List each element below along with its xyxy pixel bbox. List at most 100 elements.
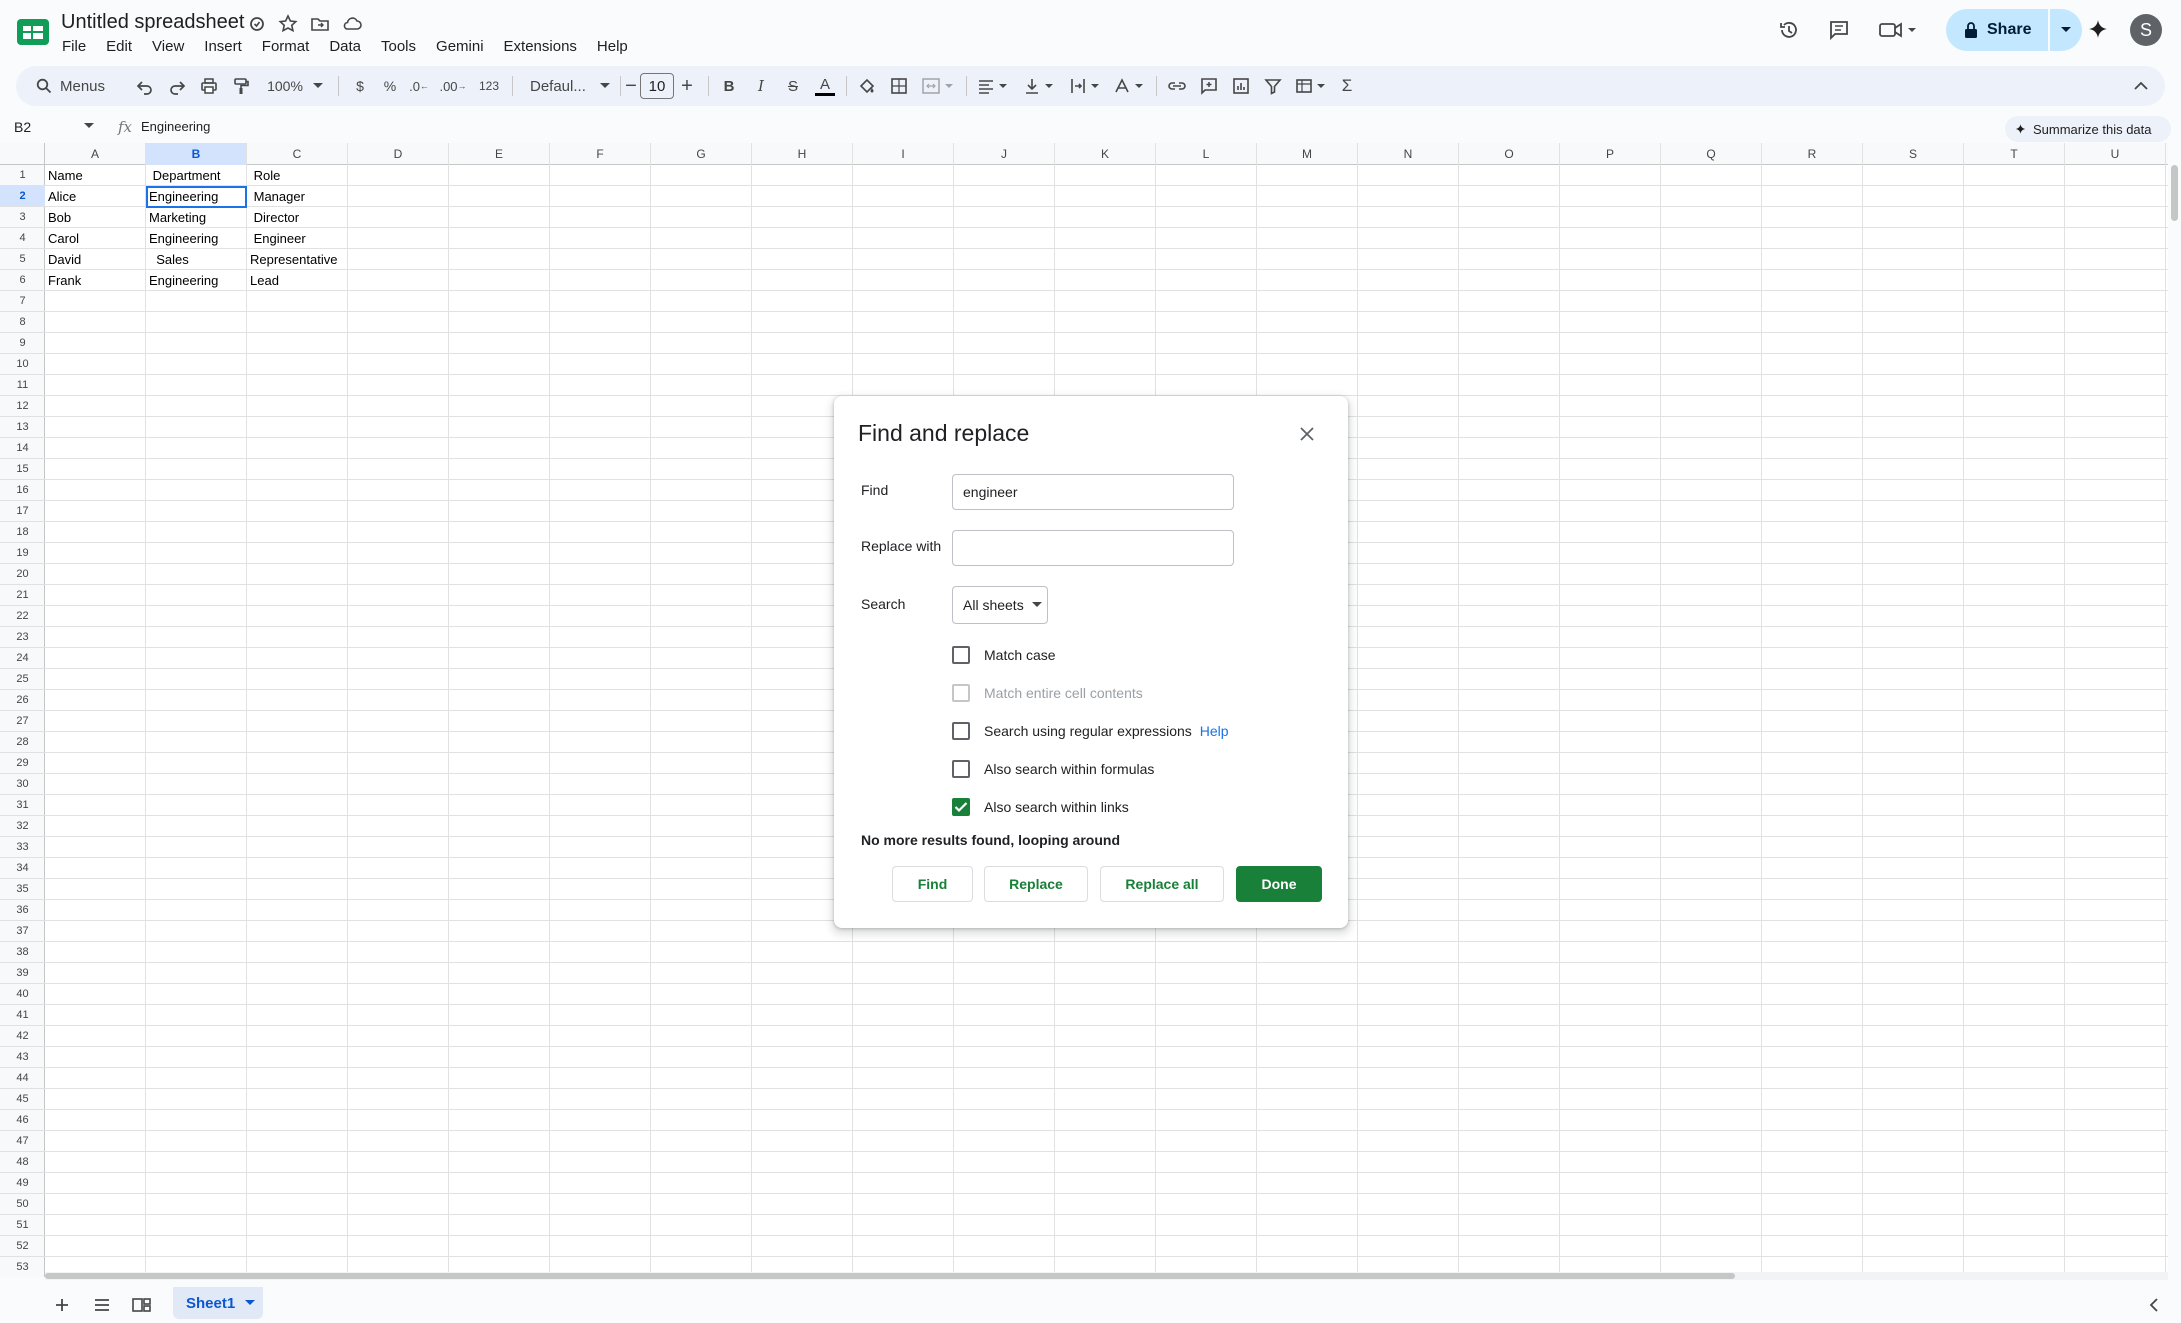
row-header[interactable]: 39	[0, 963, 45, 984]
select-all-corner[interactable]	[0, 143, 45, 165]
font-family-select[interactable]: Defaul...	[520, 72, 616, 100]
paint-format-icon[interactable]	[228, 72, 254, 100]
column-header-d[interactable]: D	[348, 143, 449, 165]
cell-c5[interactable]: Representative	[247, 249, 348, 270]
zoom-select[interactable]: 100%	[260, 72, 330, 100]
cell-c2[interactable]: Manager	[247, 186, 348, 207]
row-header[interactable]: 15	[0, 459, 45, 480]
column-header-u[interactable]: U	[2065, 143, 2166, 165]
column-header-b[interactable]: B	[146, 143, 247, 165]
row-header[interactable]: 11	[0, 375, 45, 396]
replace-all-button[interactable]: Replace all	[1100, 866, 1224, 902]
italic-button[interactable]: I	[748, 72, 774, 100]
move-folder-icon[interactable]	[308, 12, 332, 36]
menu-help[interactable]: Help	[587, 36, 638, 58]
horizontal-align-icon[interactable]	[974, 72, 1014, 100]
column-header-l[interactable]: L	[1156, 143, 1257, 165]
row-header[interactable]: 47	[0, 1131, 45, 1152]
row-header[interactable]: 32	[0, 816, 45, 837]
cell-a1[interactable]: Name	[45, 165, 146, 186]
print-icon[interactable]	[196, 72, 222, 100]
row-header[interactable]: 45	[0, 1089, 45, 1110]
cell-b6[interactable]: Engineering	[146, 270, 247, 291]
menu-data[interactable]: Data	[319, 36, 371, 58]
cell-b5[interactable]: Sales	[146, 249, 247, 270]
column-header-f[interactable]: F	[550, 143, 651, 165]
row-header[interactable]: 1	[0, 165, 45, 186]
bold-button[interactable]: B	[716, 72, 742, 100]
cloud-status-icon[interactable]	[340, 12, 364, 36]
row-header[interactable]: 8	[0, 312, 45, 333]
cell-a6[interactable]: Frank	[45, 270, 146, 291]
share-options-chevron-icon[interactable]	[2050, 9, 2082, 51]
all-sheets-list-icon[interactable]	[88, 1291, 116, 1319]
column-header-n[interactable]: N	[1358, 143, 1459, 165]
text-color-button[interactable]: A	[812, 72, 838, 100]
column-header-t[interactable]: T	[1964, 143, 2065, 165]
row-header[interactable]: 2	[0, 186, 45, 207]
row-header[interactable]: 9	[0, 333, 45, 354]
merge-cells-icon[interactable]	[918, 72, 958, 100]
row-header[interactable]: 20	[0, 564, 45, 585]
menus-search[interactable]: Menus	[24, 71, 126, 101]
cell-b4[interactable]: Engineering	[146, 228, 247, 249]
meet-video-icon[interactable]	[1875, 14, 1923, 46]
functions-button[interactable]: Σ	[1334, 72, 1360, 100]
search-formulas-checkbox[interactable]	[952, 760, 970, 778]
cell-c1[interactable]: Role	[247, 165, 348, 186]
sheet-tab-sheet1[interactable]: Sheet1	[173, 1287, 263, 1319]
row-header[interactable]: 40	[0, 984, 45, 1005]
row-header[interactable]: 44	[0, 1068, 45, 1089]
menu-tools[interactable]: Tools	[371, 36, 426, 58]
cell-a2[interactable]: Alice	[45, 186, 146, 207]
row-header[interactable]: 41	[0, 1005, 45, 1026]
text-wrapping-icon[interactable]	[1066, 72, 1106, 100]
row-header[interactable]: 6	[0, 270, 45, 291]
more-formats-button[interactable]: 123	[474, 72, 504, 100]
column-header-s[interactable]: S	[1863, 143, 1964, 165]
sheet-tab-chevron-icon[interactable]	[245, 1300, 256, 1306]
cell-b1[interactable]: Department	[146, 165, 247, 186]
menu-insert[interactable]: Insert	[194, 36, 252, 58]
column-header-g[interactable]: G	[651, 143, 752, 165]
row-header[interactable]: 53	[0, 1257, 45, 1277]
regex-checkbox[interactable]	[952, 722, 970, 740]
add-sheet-icon[interactable]	[48, 1291, 76, 1319]
replace-button[interactable]: Replace	[984, 866, 1088, 902]
undo-icon[interactable]	[132, 72, 158, 100]
cell-a3[interactable]: Bob	[45, 207, 146, 228]
row-header[interactable]: 17	[0, 501, 45, 522]
version-history-icon[interactable]	[1773, 14, 1805, 46]
filter-icon[interactable]	[1260, 72, 1286, 100]
row-header[interactable]: 38	[0, 942, 45, 963]
horizontal-scrollbar[interactable]	[45, 1272, 2168, 1280]
menu-extensions[interactable]: Extensions	[494, 36, 587, 58]
insert-link-icon[interactable]	[1164, 72, 1190, 100]
column-header-c[interactable]: C	[247, 143, 348, 165]
filter-views-icon[interactable]	[1292, 72, 1332, 100]
row-header[interactable]: 10	[0, 354, 45, 375]
row-header[interactable]: 31	[0, 795, 45, 816]
regex-option[interactable]: Search using regular expressions Help	[952, 720, 1229, 742]
strikethrough-button[interactable]: S	[780, 72, 806, 100]
menu-view[interactable]: View	[142, 36, 194, 58]
menu-format[interactable]: Format	[252, 36, 320, 58]
currency-format-button[interactable]: $	[348, 72, 372, 100]
row-header[interactable]: 16	[0, 480, 45, 501]
row-header[interactable]: 18	[0, 522, 45, 543]
cell-a4[interactable]: Carol	[45, 228, 146, 249]
row-header[interactable]: 7	[0, 291, 45, 312]
find-input[interactable]: engineer	[952, 474, 1234, 510]
fill-color-icon[interactable]	[854, 72, 880, 100]
column-header-r[interactable]: R	[1762, 143, 1863, 165]
menu-edit[interactable]: Edit	[96, 36, 142, 58]
column-header-m[interactable]: M	[1257, 143, 1358, 165]
regex-help-link[interactable]: Help	[1200, 723, 1229, 739]
column-header-i[interactable]: I	[853, 143, 954, 165]
row-header[interactable]: 21	[0, 585, 45, 606]
vertical-align-icon[interactable]	[1020, 72, 1060, 100]
increase-font-size-icon[interactable]: +	[678, 72, 696, 100]
row-header[interactable]: 3	[0, 207, 45, 228]
name-box[interactable]: B2	[14, 119, 31, 135]
row-header[interactable]: 49	[0, 1173, 45, 1194]
